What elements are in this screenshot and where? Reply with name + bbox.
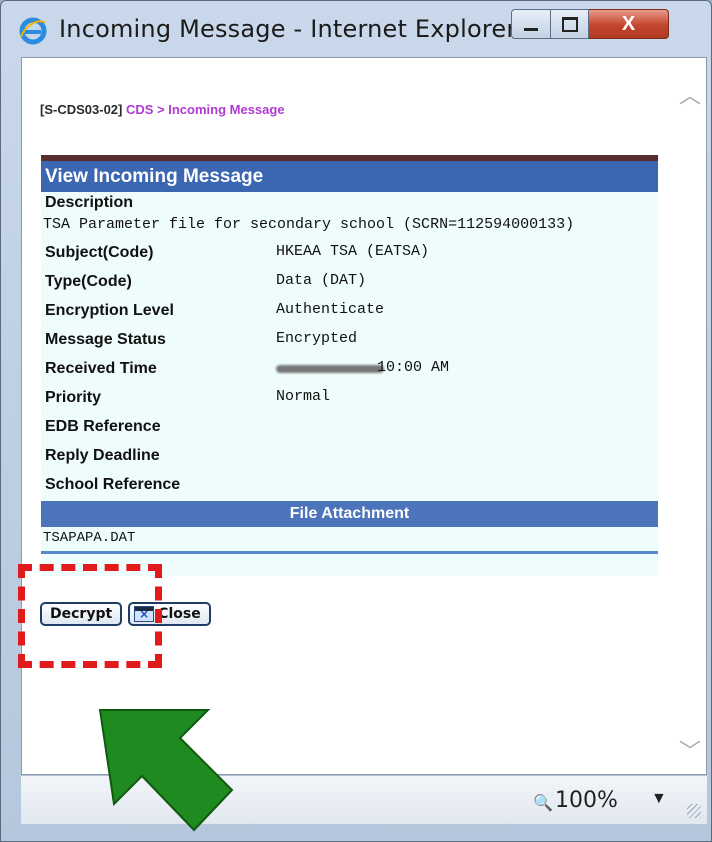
field-row: Message Status Encrypted: [41, 327, 658, 356]
close-icon: X: [621, 12, 636, 35]
maximize-icon: [561, 16, 578, 32]
description-row: Description: [41, 192, 658, 216]
field-label: EDB Reference: [45, 418, 161, 435]
file-attachment-header: File Attachment: [41, 501, 658, 527]
screen-code: [S-CDS03-02]: [40, 102, 123, 117]
field-row: Received Time 10:00 AM: [41, 356, 658, 385]
minimize-button[interactable]: [511, 9, 551, 39]
field-label: Type(Code): [45, 273, 132, 290]
field-label: Received Time: [45, 360, 157, 377]
zoom-level[interactable]: 100%: [531, 788, 618, 813]
title-bar[interactable]: Incoming Message - Internet Explorer X: [1, 1, 712, 57]
field-row: School Reference: [41, 472, 658, 501]
breadcrumb: [S-CDS03-02] CDS > Incoming Message: [40, 102, 285, 117]
redacted-date: [276, 365, 384, 373]
panel-title: View Incoming Message: [41, 161, 658, 192]
field-label: Reply Deadline: [45, 447, 160, 464]
field-value: HKEAA TSA (EATSA): [276, 243, 430, 260]
maximize-button[interactable]: [551, 9, 589, 39]
window-controls: X: [511, 9, 669, 43]
pointer-arrow-icon: [98, 709, 234, 832]
description-label: Description: [45, 194, 134, 211]
highlight-box: [18, 564, 162, 668]
window-title: Incoming Message - Internet Explorer: [59, 15, 517, 43]
field-row: Priority Normal: [41, 385, 658, 414]
field-row: Type(Code) Data (DAT): [41, 269, 658, 298]
field-label: Subject(Code): [45, 244, 154, 261]
field-row: Reply Deadline: [41, 443, 658, 472]
file-attachment-name[interactable]: TSAPAPA.DAT: [41, 527, 658, 554]
zoom-dropdown-icon[interactable]: ▼: [651, 790, 667, 808]
field-row: EDB Reference: [41, 414, 658, 443]
field-value: Authenticate: [276, 301, 385, 318]
field-value: 10:00 AM: [377, 359, 450, 376]
minimize-icon: [524, 27, 538, 31]
field-label: Encryption Level: [45, 302, 174, 319]
vertical-scrollbar[interactable]: ︿ ﹀: [674, 58, 706, 774]
field-label: Message Status: [45, 331, 166, 348]
resize-grip-icon[interactable]: [687, 804, 701, 818]
zoom-value: 100%: [555, 788, 618, 813]
internet-explorer-icon: [19, 17, 47, 45]
field-row: Encryption Level Authenticate: [41, 298, 658, 327]
scroll-up-icon[interactable]: ︿: [678, 78, 702, 108]
field-value: Normal: [276, 388, 331, 405]
scroll-down-icon[interactable]: ﹀: [678, 734, 702, 764]
field-value: Data (DAT): [276, 272, 367, 289]
field-label: School Reference: [45, 476, 181, 493]
field-value: Encrypted: [276, 330, 358, 347]
description-value: TSA Parameter file for secondary school …: [43, 216, 575, 233]
incoming-message-panel: View Incoming Message Description TSA Pa…: [41, 155, 658, 576]
field-label: Priority: [45, 389, 102, 406]
breadcrumb-link[interactable]: CDS > Incoming Message: [126, 102, 285, 117]
close-window-button[interactable]: X: [589, 9, 669, 39]
close-button-label: Close: [158, 606, 201, 622]
field-row: Subject(Code) HKEAA TSA (EATSA): [41, 240, 658, 269]
